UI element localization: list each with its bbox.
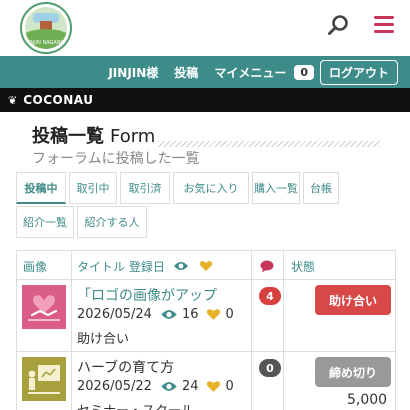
logo-text: JINJIN NAGANO bbox=[27, 40, 65, 46]
nav-user[interactable]: JINJIN様 bbox=[100, 64, 166, 81]
status-button-mutual-aid[interactable]: 助け合い bbox=[315, 285, 391, 315]
tab-purchases[interactable]: 購入一覧 bbox=[252, 172, 300, 204]
eye-icon bbox=[161, 310, 177, 319]
post-title-link[interactable]: ハーブの育て方 bbox=[77, 357, 257, 377]
tab-in-trade[interactable]: 取引中 bbox=[69, 172, 117, 204]
page-title-en: Form bbox=[110, 126, 156, 147]
post-date: 2026/05/22 bbox=[77, 379, 152, 394]
hamburger-menu-icon[interactable] bbox=[374, 16, 394, 34]
post-title-link[interactable]: 「ロゴの画像がアップ bbox=[77, 285, 257, 305]
post-category: セミナー・スクール bbox=[77, 400, 194, 410]
message-count-badge: 0 bbox=[259, 359, 281, 377]
post-date: 2026/05/24 bbox=[77, 307, 152, 322]
table-row[interactable]: ハーブの育て方 2026/05/22 24 0 セミナー・スクール 0 締め切り… bbox=[16, 352, 396, 410]
post-price: 5,000 bbox=[347, 392, 388, 408]
header-title-date[interactable]: タイトル 登録日 bbox=[77, 258, 165, 275]
nav-post[interactable]: 投稿 bbox=[166, 64, 206, 81]
post-thumbnail-seminar[interactable] bbox=[22, 357, 66, 401]
post-thumbnail-handshake[interactable] bbox=[22, 285, 66, 329]
heart-icon bbox=[207, 381, 221, 392]
header-status: 状態 bbox=[291, 260, 316, 274]
brand-bar: ❦ COCONAU bbox=[0, 88, 410, 112]
eye-icon bbox=[174, 262, 188, 270]
tab-posting[interactable]: 投稿中 bbox=[16, 172, 66, 204]
post-meta: 2026/05/22 24 0 bbox=[77, 379, 234, 394]
tab-referrals[interactable]: 紹介一覧 bbox=[16, 206, 74, 238]
tab-referrer[interactable]: 紹介する人 bbox=[77, 206, 147, 238]
table-header: 画像 タイトル 登録日 状態 bbox=[16, 250, 396, 281]
message-count-badge: 4 bbox=[259, 287, 281, 305]
eye-icon bbox=[161, 382, 177, 391]
table-row[interactable]: 「ロゴの画像がアップ 2026/05/24 16 0 助け合い 4 助け合い bbox=[16, 280, 396, 352]
post-meta: 2026/05/24 16 0 bbox=[77, 307, 234, 322]
like-count: 0 bbox=[225, 379, 234, 394]
view-count: 16 bbox=[181, 307, 199, 322]
title-decoration bbox=[158, 141, 380, 147]
status-button-closed[interactable]: 締め切り bbox=[315, 357, 391, 387]
brand-name[interactable]: COCONAU bbox=[23, 93, 93, 107]
tab-ledger[interactable]: 台帳 bbox=[303, 172, 339, 204]
top-header: JINJIN NAGANO bbox=[0, 0, 410, 56]
tab-favorites[interactable]: お気に入り bbox=[173, 172, 249, 204]
view-count: 24 bbox=[181, 379, 199, 394]
logout-button[interactable]: ログアウト bbox=[319, 59, 398, 85]
mymenu-count-badge: 0 bbox=[294, 64, 314, 80]
post-category: 助け合い bbox=[77, 332, 130, 347]
header-image: 画像 bbox=[23, 260, 48, 274]
like-count: 0 bbox=[225, 307, 234, 322]
sprout-icon: ❦ bbox=[8, 93, 18, 107]
page-subtitle: フォーラムに投稿した一覧 bbox=[32, 151, 200, 167]
site-logo[interactable]: JINJIN NAGANO bbox=[20, 2, 72, 54]
page-title: 投稿一覧 Form bbox=[32, 122, 155, 148]
comment-icon bbox=[260, 260, 274, 273]
heart-icon bbox=[199, 261, 213, 271]
logo-emblem: JINJIN NAGANO bbox=[25, 7, 67, 49]
nav-mymenu[interactable]: マイメニュー bbox=[206, 64, 294, 81]
search-icon[interactable] bbox=[327, 14, 349, 36]
tab-traded[interactable]: 取引済 bbox=[120, 172, 170, 204]
heart-icon bbox=[207, 309, 221, 320]
page-title-ja: 投稿一覧 bbox=[32, 126, 104, 147]
main-nav: JINJIN様 投稿 マイメニュー 0 ログアウト bbox=[0, 56, 410, 88]
